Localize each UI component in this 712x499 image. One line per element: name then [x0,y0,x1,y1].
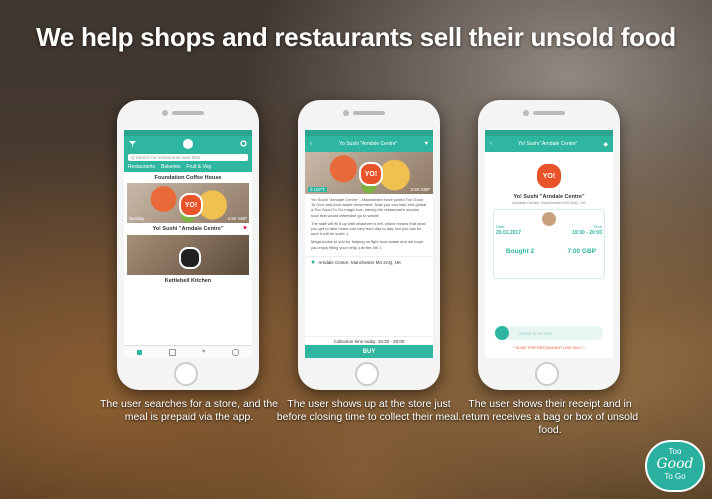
speaker [353,111,385,115]
screen-search: Q Search for restaurants near 0km Restau… [124,130,252,358]
price: 3.50 GBP [410,187,430,192]
app-bar: ‹ Yo Sushi "Arndale Centre" ♥ [305,136,433,152]
search-input[interactable]: Q Search for restaurants near 0km [128,154,248,161]
listing-name: Yo! Sushi "Arndale Centre" [152,226,224,232]
buy-button[interactable]: BUY [305,345,433,358]
logo-text-bottom: To Go [664,472,686,481]
date-value: 20.01.2017 [496,230,522,236]
slider-handle[interactable] [495,326,509,340]
heart-icon[interactable]: ♥ [424,141,428,147]
hero-image: YO! 0 LEFT 3.50 GBP [305,152,433,194]
speaker [172,111,204,115]
avatar [542,212,556,226]
slide: We help shops and restaurants sell their… [0,0,712,499]
address-row[interactable]: ● Arndale Centre, Manchester M4 3AQ, UK [305,255,433,268]
kettlebell-logo [179,247,201,269]
description-paragraph: Yo! Sushi "Arndale Centre" - Manchester … [311,197,427,218]
home-button [174,362,198,386]
heart-icon[interactable]: ♥ [243,225,247,232]
address: Arndale Centre, Manchester M4 3AQ, UK [318,259,402,265]
gear-icon[interactable] [240,140,247,148]
listing-image[interactable]: Sunday 4.50 GBP YO! [127,183,249,223]
date-label: Date [496,224,505,229]
store-address: Arndale Centre, Manchester M4 3AQ, UK [512,200,586,205]
phone-search: Q Search for restaurants near 0km Restau… [117,100,259,390]
logo-text-top: Too [668,447,682,456]
logo-text-middle: Good [656,456,694,472]
camera [523,110,529,116]
logo-wrap: YO! [485,152,613,190]
share-icon[interactable]: ◆ [603,141,608,148]
tab-restaurants[interactable]: Restaurants [128,164,155,170]
time-value: 19:30 - 20:00 [571,230,602,236]
phone-receipt: ‹ Yo! Sushi "Arndale Centre" ◆ YO! Yo! S… [478,100,620,390]
search-area: Q Search for restaurants near 0km [124,152,252,163]
app-bar: ‹ Yo! Sushi "Arndale Centre" ◆ [485,136,613,152]
back-icon[interactable]: ‹ [310,141,312,147]
tab-bakeries[interactable]: Bakeries [161,164,180,170]
listing-title[interactable]: Foundation Coffee House [124,172,252,183]
home-button [535,362,559,386]
bottom-nav: ♥ [124,345,252,358]
yo-sushi-logo: YO! [535,162,563,190]
phone-collect: ‹ Yo Sushi "Arndale Centre" ♥ YO! 0 LEFT… [298,100,440,390]
speaker [533,111,565,115]
page-title: Yo! Sushi "Arndale Centre" [517,141,578,147]
restaurant-note: * SLIDE FOR RESTAURANT USE ONLY * [513,346,585,350]
description-paragraph: Mega kudos to you for helping us fight f… [311,239,424,250]
quantity: Bought 2 [506,248,535,255]
category-tabs: Restaurants Bakeries Fruit & Veg [124,163,252,172]
filter-icon[interactable] [129,140,136,148]
app-bar [124,136,252,152]
listing-title[interactable]: Yo! Sushi "Arndale Centre" ♥ [124,223,252,235]
time-label: Time [593,224,602,229]
headline: We help shops and restaurants sell their… [36,22,676,52]
swipe-slider[interactable]: Swipe to receive [495,326,603,340]
listing-day: Sunday [129,216,145,221]
page-title: Yo Sushi "Arndale Centre" [339,141,398,147]
description-paragraph: The staff will fill it up with whatever … [311,220,426,237]
yo-sushi-logo: YO! [179,193,203,217]
camera [343,110,349,116]
listing-price: 4.50 GBP [227,216,247,221]
screen-receipt: ‹ Yo! Sushi "Arndale Centre" ◆ YO! Yo! S… [485,130,613,358]
heart-icon[interactable]: ♥ [202,349,206,355]
too-good-to-go-logo: Too Good To Go [645,440,705,492]
screen-detail: ‹ Yo Sushi "Arndale Centre" ♥ YO! 0 LEFT… [305,130,433,358]
items-left-badge: 0 LEFT [308,187,327,192]
slider-text: Swipe to receive [519,330,553,336]
tab-fruit-veg[interactable]: Fruit & Veg [186,164,211,170]
location-pin-icon: ● [311,258,316,266]
caption-step-3: The user shows their receipt and in retu… [461,398,639,436]
list-icon[interactable] [168,348,176,356]
logo-icon [183,139,193,149]
listing-image[interactable] [127,235,249,275]
profile-icon[interactable] [231,348,239,356]
camera [162,110,168,116]
back-icon[interactable]: ‹ [490,141,492,147]
yo-sushi-logo: YO! [359,162,383,186]
listing-title[interactable]: Kettlebell Kitchen [124,275,252,287]
home-icon[interactable] [137,349,143,355]
collection-time: Collection time today: 19:30 - 20:00 [305,336,433,344]
caption-step-2: The user shows up at the store just befo… [276,398,462,423]
total-price: 7.00 GBP [567,248,596,255]
caption-step-1: The user searches for a store, and the m… [99,398,278,423]
home-button [355,362,379,386]
receipt-card: Date 20.01.2017 Time 19:30 - 20:00 Bough… [493,209,605,279]
description: Yo! Sushi "Arndale Centre" - Manchester … [305,194,433,256]
